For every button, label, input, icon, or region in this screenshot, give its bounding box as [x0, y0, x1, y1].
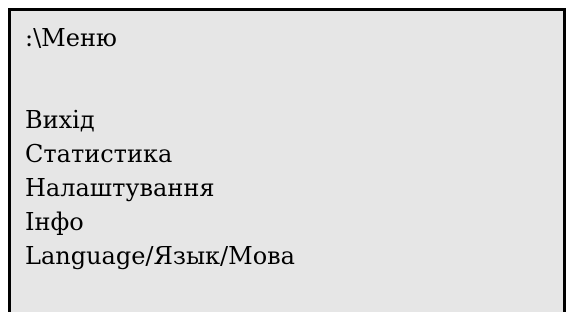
current-path: :\Меню — [25, 24, 117, 52]
menu-screen: :\Меню Вихід Статистика Налаштування Інф… — [8, 8, 566, 312]
main-menu: Вихід Статистика Налаштування Інфо Langu… — [25, 103, 563, 273]
menu-item-statistics[interactable]: Статистика — [25, 137, 563, 171]
menu-item-info[interactable]: Інфо — [25, 205, 563, 239]
menu-item-exit[interactable]: Вихід — [25, 103, 563, 137]
menu-item-language[interactable]: Language/Язык/Мова — [25, 239, 563, 273]
menu-item-settings[interactable]: Налаштування — [25, 171, 563, 205]
